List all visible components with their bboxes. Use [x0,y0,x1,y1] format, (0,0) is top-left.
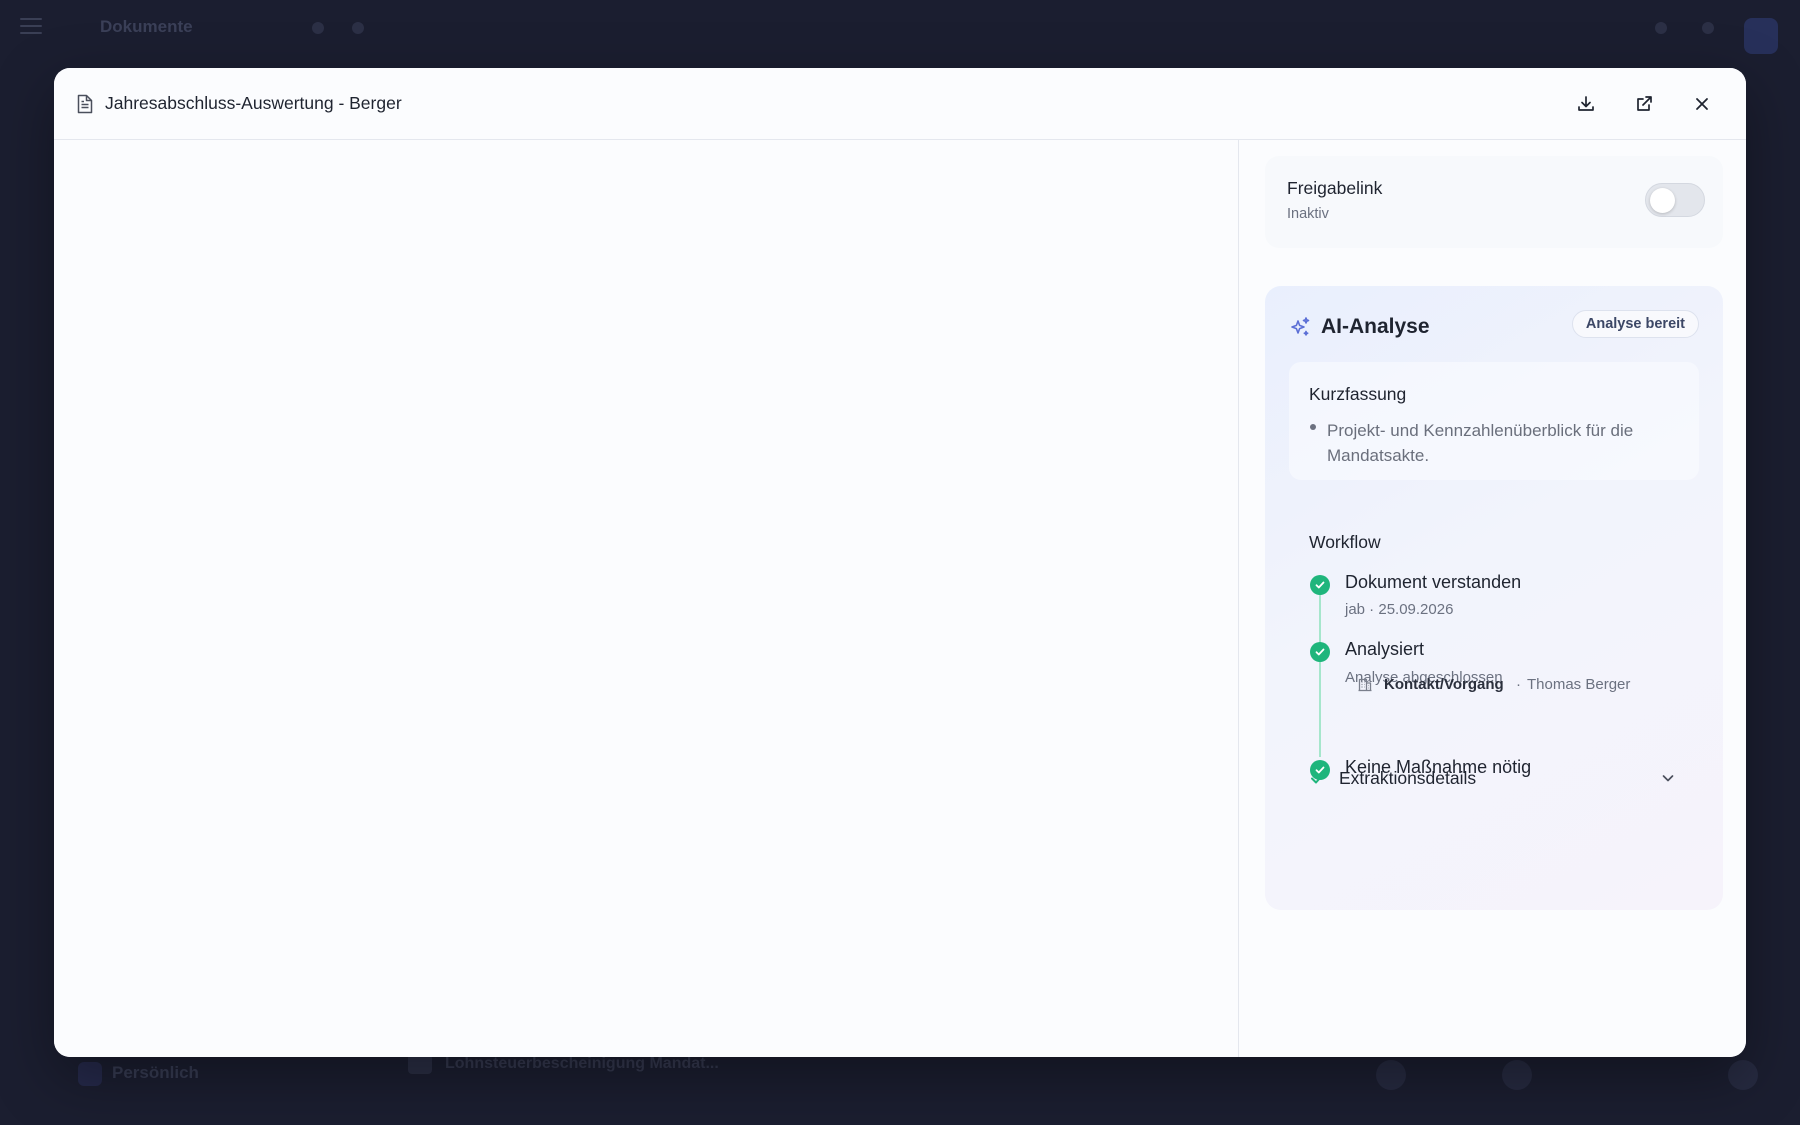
share-link-status: Inaktiv [1287,206,1329,222]
background-row-icon [408,1054,432,1074]
ai-analysis-card: AI-Analyse Analyse bereit Kurzfassung Pr… [1265,286,1723,910]
close-button[interactable] [1684,86,1720,122]
download-button[interactable] [1568,86,1604,122]
chevron-down-icon [1662,775,1674,782]
background-topbar: Dokumente [0,0,1800,55]
bullet-icon [1310,424,1316,430]
workflow-connector [1319,652,1321,757]
step-check-icon [1310,642,1330,662]
analysis-status-badge: Analyse bereit [1571,310,1699,338]
document-preview[interactable] [54,140,1238,1057]
step-check-icon [1310,575,1330,595]
modal-header: Jahresabschluss-Auswertung - Berger [54,68,1746,140]
summary-title: Kurzfassung [1309,384,1407,404]
extraction-details-toggle[interactable]: Extraktionsdetails [1289,750,1699,808]
background-icon [1376,1060,1406,1090]
toggle-knob [1650,188,1675,213]
summary-bullet-text: Projekt- und Kennzahlenüberblick für die… [1327,421,1634,465]
document-modal: Jahresabschluss-Auswertung - Berger Frei… [54,68,1746,1057]
details-panel: Freigabelink Inaktiv AI-Analyse Analyse … [1239,140,1746,1057]
workflow-step-sub: jab · 25.09.2026 [1345,601,1454,618]
download-icon [1578,96,1594,111]
summary-section: Kurzfassung Projekt- und Kennzahlenüberb… [1289,362,1699,480]
background-row-label: Lohnsteuerbescheinigung Mandat... [445,1055,719,1072]
background-sidebar-label: Persönlich [112,1063,199,1082]
sparkles-icon [1291,317,1310,336]
share-link-card: Freigabelink Inaktiv [1265,156,1723,248]
external-link-icon [1637,96,1652,111]
share-link-title: Freigabelink [1287,178,1383,198]
building-icon [1358,678,1372,692]
contact-label: Kontakt/Vorgang [1384,676,1504,693]
contact-name: Thomas Berger [1527,676,1631,693]
document-icon [77,94,93,114]
modal-title: Jahresabschluss-Auswertung - Berger [105,93,402,113]
background-icon [1728,1060,1758,1090]
background-icon [352,22,364,34]
check-icon [1311,772,1325,784]
background-app-title: Dokumente [100,17,193,36]
workflow-step-label: Dokument verstanden [1345,572,1522,592]
background-bottom: Persönlich Lohnsteuerbescheinigung Manda… [0,1050,1800,1125]
close-icon [1696,98,1708,110]
ai-analysis-title: AI-Analyse [1321,315,1430,338]
background-icon [1655,22,1667,34]
workflow-step-label: Analysiert [1345,639,1425,659]
app-logo [1744,18,1778,54]
workflow-title: Workflow [1309,532,1381,552]
extraction-details-label: Extraktionsdetails [1339,768,1477,788]
background-icon [312,22,324,34]
open-external-button[interactable] [1626,86,1662,122]
background-icon [1702,22,1714,34]
background-avatar [1502,1060,1532,1090]
background-sidebar-icon [78,1062,102,1086]
menu-icon [20,18,42,34]
contact-separator: · [1516,676,1521,693]
share-link-toggle[interactable] [1645,183,1705,217]
